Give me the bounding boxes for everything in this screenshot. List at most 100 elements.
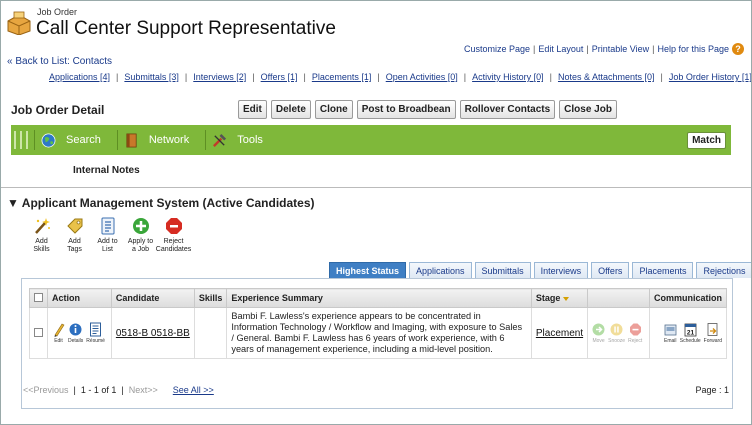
back-to-list-link[interactable]: « Back to List: Contacts xyxy=(7,56,112,67)
toolbar-network-label: Network xyxy=(148,134,190,146)
object-type-label: Job Order xyxy=(37,7,78,17)
add-skills-button[interactable]: Add Skills xyxy=(25,217,58,254)
list-icon xyxy=(101,217,114,235)
table-header-row: Action Candidate Skills Experience Summa… xyxy=(29,288,728,308)
toolbar-search-label: Search xyxy=(66,134,101,146)
forward-action[interactable]: Forward xyxy=(704,322,722,344)
calendar-day-text: 21 xyxy=(687,330,695,337)
edit-button[interactable]: Edit xyxy=(238,100,267,119)
previous-page-link[interactable]: <<Previous xyxy=(23,385,69,395)
tab-offers[interactable]: Offers xyxy=(591,262,630,278)
reject-stop-icon xyxy=(629,323,641,336)
customize-page-link[interactable]: Customize Page xyxy=(464,44,530,54)
column-header-candidate[interactable]: Candidate xyxy=(110,288,195,308)
post-to-broadbean-button[interactable]: Post to Broadbean xyxy=(356,100,456,119)
close-job-button[interactable]: Close Job xyxy=(559,100,617,119)
match-button[interactable]: Match xyxy=(687,131,726,149)
job-order-icon xyxy=(7,11,31,35)
add-tags-button[interactable]: Add Tags xyxy=(58,217,91,254)
help-icon[interactable]: ? xyxy=(732,43,744,55)
email-action[interactable]: Email xyxy=(664,322,677,344)
snooze-action[interactable]: Snooze xyxy=(608,322,625,344)
related-link-job-order-history[interactable]: Job Order History [1] xyxy=(669,72,751,82)
internal-notes-label: Internal Notes xyxy=(73,165,140,176)
candidate-link[interactable]: 0518-B 0518-BB xyxy=(116,328,190,339)
table-row: Edit Details Résumé 0518-B 0518-BB Bambi… xyxy=(29,307,728,359)
reject-action[interactable]: Reject xyxy=(628,322,642,344)
select-all-header xyxy=(29,288,48,308)
details-action[interactable]: Details xyxy=(68,322,83,344)
column-header-stage[interactable]: Stage xyxy=(530,288,589,308)
page-number-label: Page : 1 xyxy=(695,385,729,395)
resume-action[interactable]: Résumé xyxy=(86,322,105,344)
move-arrow-icon xyxy=(592,323,605,336)
tab-placements[interactable]: Placements xyxy=(632,262,694,278)
related-link-notes-attachments[interactable]: Notes & Attachments [0] xyxy=(558,72,655,82)
tab-interviews[interactable]: Interviews xyxy=(533,262,589,278)
skills-cell xyxy=(193,307,228,359)
column-header-skills[interactable]: Skills xyxy=(193,288,228,308)
info-icon xyxy=(69,323,82,336)
clone-button[interactable]: Clone xyxy=(314,100,353,119)
next-page-link[interactable]: Next>> xyxy=(129,385,158,395)
move-action[interactable]: Move xyxy=(592,322,605,344)
page-utility-links: Customize Page | Edit Layout | Printable… xyxy=(464,43,744,55)
schedule-action[interactable]: 21 Schedule xyxy=(680,322,701,344)
pagination: <<Previous | 1 - 1 of 1 | Next>> See All… xyxy=(23,385,214,395)
email-icon xyxy=(664,324,677,336)
column-header-stage-actions xyxy=(587,288,650,308)
related-link-placements[interactable]: Placements [1] xyxy=(312,72,372,82)
page-frame: Job Order Call Center Support Representa… xyxy=(0,0,752,425)
page-range-label: 1 - 1 of 1 xyxy=(80,385,117,395)
page-title: Call Center Support Representative xyxy=(36,18,336,39)
plus-circle-icon xyxy=(132,218,149,234)
collapse-triangle-icon[interactable]: ▼ xyxy=(7,196,19,210)
see-all-link[interactable]: See All >> xyxy=(173,385,214,395)
related-link-offers[interactable]: Offers [1] xyxy=(261,72,298,82)
related-link-submittals[interactable]: Submittals [3] xyxy=(124,72,179,82)
apply-to-job-button[interactable]: Apply to a Job xyxy=(124,217,157,254)
related-link-open-activities[interactable]: Open Activities [0] xyxy=(386,72,458,82)
ams-tool-buttons: Add Skills Add Tags Add to List Apply to… xyxy=(25,217,191,254)
detail-section-title: Job Order Detail xyxy=(11,103,105,117)
ams-section-title[interactable]: ▼ Applicant Management System (Active Ca… xyxy=(7,196,315,210)
reject-candidates-button[interactable]: Reject Candidates xyxy=(156,217,191,254)
printable-view-link[interactable]: Printable View xyxy=(592,44,649,54)
related-list-links: Applications [4] | Submittals [3] | Interv… xyxy=(49,72,752,82)
toolbar-tools[interactable]: Tools xyxy=(212,133,263,148)
sort-arrow-icon xyxy=(563,296,570,301)
tab-rejections[interactable]: Rejections xyxy=(696,262,751,278)
rollover-contacts-button[interactable]: Rollover Contacts xyxy=(459,100,556,119)
toolbar-network[interactable]: Network xyxy=(124,133,189,148)
edit-layout-link[interactable]: Edit Layout xyxy=(538,44,583,54)
ams-title-text: Applicant Management System (Active Cand… xyxy=(21,196,315,210)
tab-applications[interactable]: Applications xyxy=(409,262,472,278)
column-header-action: Action xyxy=(47,288,112,308)
stop-icon xyxy=(165,218,182,234)
toolbar-tools-label: Tools xyxy=(237,134,263,146)
candidates-table: Action Candidate Skills Experience Summa… xyxy=(29,288,728,359)
column-header-experience-summary[interactable]: Experience Summary xyxy=(226,288,532,308)
wand-icon xyxy=(34,218,50,234)
related-link-applications[interactable]: Applications [4] xyxy=(49,72,110,82)
delete-button[interactable]: Delete xyxy=(270,100,311,119)
tab-highest-status[interactable]: Highest Status xyxy=(329,262,407,278)
related-link-activity-history[interactable]: Activity History [0] xyxy=(472,72,544,82)
add-to-list-button[interactable]: Add to List xyxy=(91,217,124,254)
toolbar-search[interactable]: Search xyxy=(41,133,101,148)
experience-summary-cell: Bambi F. Lawless's experience appears to… xyxy=(226,307,532,359)
book-icon xyxy=(126,133,137,147)
ams-tabs: Highest Status Applications Submittals I… xyxy=(329,262,751,278)
edit-action[interactable]: Edit xyxy=(52,322,65,344)
forward-icon xyxy=(707,323,718,336)
toolbar: Search Network Tools Match xyxy=(11,125,731,155)
row-checkbox[interactable] xyxy=(34,327,43,337)
tag-icon xyxy=(66,218,82,234)
tab-submittals[interactable]: Submittals xyxy=(474,262,531,278)
select-all-checkbox[interactable] xyxy=(34,292,43,302)
related-link-interviews[interactable]: Interviews [2] xyxy=(193,72,246,82)
help-link[interactable]: Help for this Page xyxy=(657,44,729,54)
grip-icon xyxy=(14,131,28,149)
stage-link[interactable]: Placement xyxy=(536,328,583,339)
section-divider xyxy=(1,187,751,188)
